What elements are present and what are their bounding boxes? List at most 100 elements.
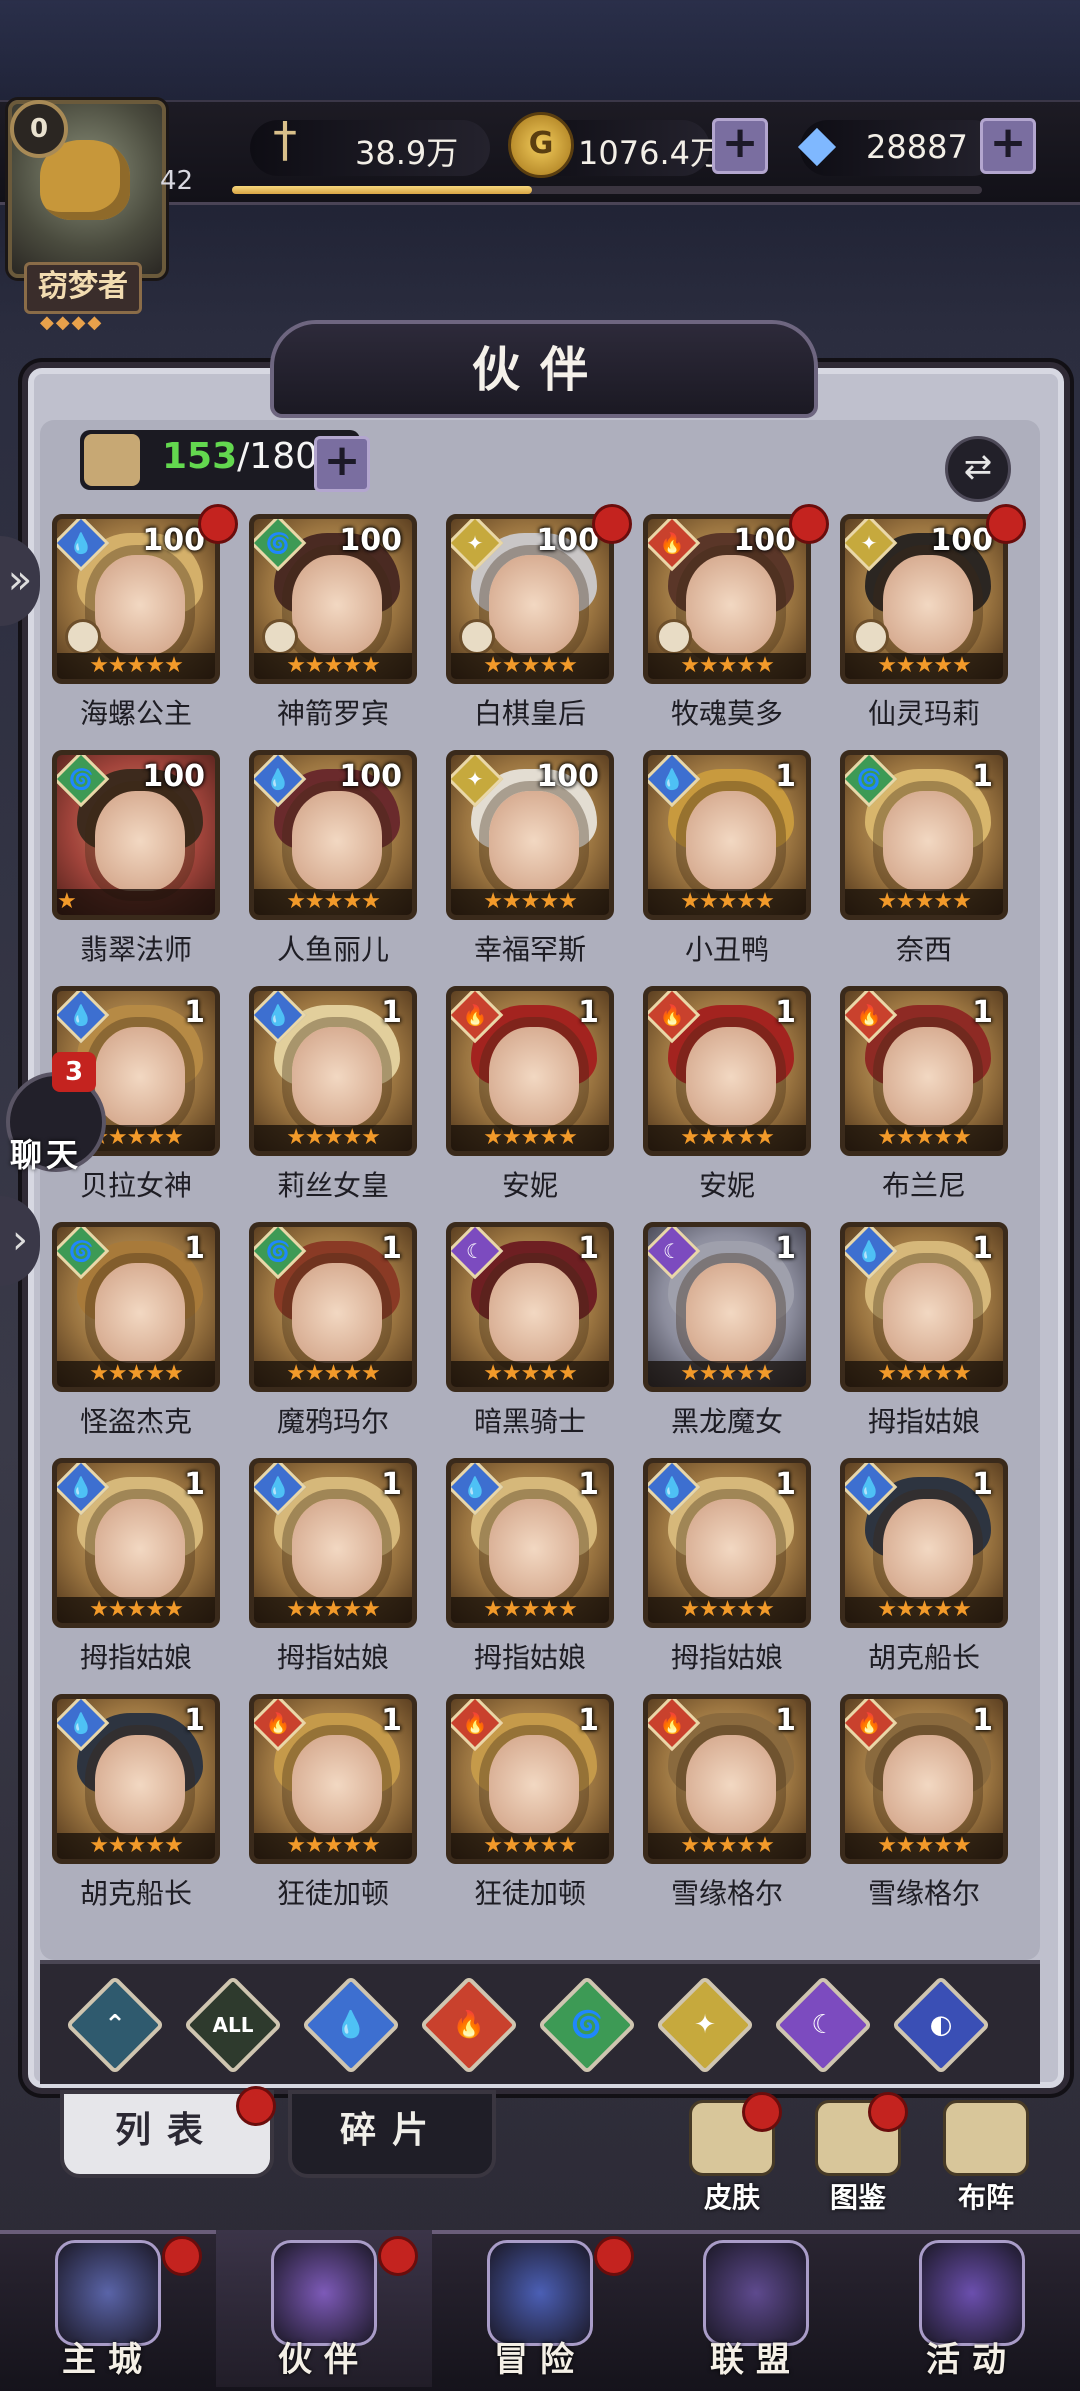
hero-portrait <box>95 1499 185 1599</box>
hero-card[interactable]: 🌀 1 ★★★★★ <box>840 750 1008 920</box>
filter-cosmic-icon: ◐ <box>929 2010 953 2040</box>
hero-portrait <box>883 555 973 655</box>
hero-level: 1 <box>775 1467 796 1502</box>
hero-star-rating: ★★★★★ <box>648 1597 806 1623</box>
hero-name: 雪缘格尔 <box>670 1877 783 1910</box>
hero-portrait <box>95 791 185 891</box>
hero-card[interactable]: ✦ 100 ★★★★★ <box>840 514 1008 684</box>
hero-name: 狂徒加顿 <box>473 1877 586 1910</box>
hero-level: 1 <box>381 995 402 1030</box>
hero-name: 拇指姑娘 <box>79 1641 192 1674</box>
hero-level: 1 <box>184 995 205 1030</box>
hero-card[interactable]: ✦ 100 ★★★★★ <box>446 514 614 684</box>
hero-star-rating: ★★★★★ <box>254 1125 412 1151</box>
hero-level: 100 <box>536 523 599 558</box>
castle-icon <box>55 2240 161 2346</box>
hero-star-rating: ★★★★★ <box>57 1361 215 1387</box>
hero-name: 胡克船长 <box>79 1877 192 1910</box>
hero-level: 1 <box>381 1231 402 1266</box>
hero-card[interactable]: 💧 1 ★★★★★ <box>249 986 417 1156</box>
diamond-icon: ◆ <box>797 114 837 172</box>
hero-star-rating: ★★★★★ <box>57 1597 215 1623</box>
awaken-crown-icon <box>853 619 889 655</box>
hero-star-rating: ★★★★★ <box>845 1125 1003 1151</box>
hero-notification-dot <box>592 504 632 544</box>
hero-card[interactable]: 💧 1 ★★★★★ <box>249 1458 417 1628</box>
hero-portrait <box>883 1499 973 1599</box>
hero-level: 1 <box>578 995 599 1030</box>
hero-star-rating: ★★★★★ <box>845 653 1003 679</box>
hero-level: 1 <box>972 995 993 1030</box>
hero-card[interactable]: 🔥 1 ★★★★★ <box>643 986 811 1156</box>
filter-all-arrow-icon: ⌃ <box>104 2010 126 2040</box>
sword-icon: † <box>273 112 297 168</box>
gold-value: 1076.4万 <box>578 134 722 172</box>
hero-level: 1 <box>381 1467 402 1502</box>
hero-star-rating: ★★★★★ <box>57 1833 215 1859</box>
hero-card[interactable]: 💧 1 ★★★★★ <box>643 750 811 920</box>
shield-icon <box>703 2240 809 2346</box>
vip-level-badge[interactable]: 0 <box>10 100 68 158</box>
hero-star-rating: ★★★★★ <box>648 1125 806 1151</box>
hero-name: 黑龙魔女 <box>670 1405 783 1438</box>
add-gold-button[interactable]: + <box>712 118 768 174</box>
hero-level: 100 <box>339 759 402 794</box>
hero-card[interactable]: 🔥 1 ★★★★★ <box>840 986 1008 1156</box>
hero-card[interactable]: 💧 100 ★★★★★ <box>249 750 417 920</box>
hero-star-rating: ★★★★★ <box>451 1125 609 1151</box>
hero-card[interactable]: ☾ 1 ★★★★★ <box>446 1222 614 1392</box>
hero-card[interactable]: ☾ 1 ★★★★★ <box>643 1222 811 1392</box>
hero-card[interactable]: 💧 1 ★★★★★ <box>446 1458 614 1628</box>
hero-card[interactable]: 💧 1 ★★★★★ <box>840 1222 1008 1392</box>
swap-icon: ⇄ <box>963 447 993 487</box>
nav-label: 活动 <box>926 2340 1018 2380</box>
hero-portrait <box>686 1499 776 1599</box>
hero-level: 1 <box>578 1231 599 1266</box>
hero-card[interactable]: 🌀 1 ★★★★★ <box>249 1222 417 1392</box>
hero-card[interactable]: 💧 1 ★★★★★ <box>52 1458 220 1628</box>
hero-name: 拇指姑娘 <box>473 1641 586 1674</box>
hero-star-rating: ★ <box>57 889 215 915</box>
power-value: 38.9万 <box>355 134 459 172</box>
hero-card[interactable]: 🔥 1 ★★★★★ <box>446 986 614 1156</box>
hero-level: 1 <box>578 1703 599 1738</box>
witch-hat-icon <box>271 2240 377 2346</box>
hero-name: 布兰尼 <box>881 1169 966 1202</box>
hero-card[interactable]: 🔥 1 ★★★★★ <box>249 1694 417 1864</box>
hero-card[interactable]: 🔥 1 ★★★★★ <box>840 1694 1008 1864</box>
hero-name: 人鱼丽儿 <box>276 933 389 966</box>
hero-name: 雪缘格尔 <box>867 1877 980 1910</box>
nav-cards[interactable]: 活动 <box>864 2230 1080 2387</box>
awaken-crown-icon <box>656 619 692 655</box>
hero-level: 100 <box>339 523 402 558</box>
hero-portrait <box>489 1263 579 1363</box>
hero-level: 1 <box>972 1231 993 1266</box>
hero-card[interactable]: 🔥 1 ★★★★★ <box>446 1694 614 1864</box>
hero-portrait <box>883 1735 973 1835</box>
hero-card[interactable]: 💧 1 ★★★★★ <box>52 1694 220 1864</box>
hero-star-rating: ★★★★★ <box>451 1833 609 1859</box>
expand-capacity-button[interactable]: + <box>314 436 370 492</box>
hero-level: 100 <box>536 759 599 794</box>
hero-card[interactable]: 🌀 100 ★★★★★ <box>249 514 417 684</box>
hero-name: 神箭罗宾 <box>276 697 389 730</box>
hero-card[interactable]: 🌀 1 ★★★★★ <box>52 1222 220 1392</box>
sort-toggle-button[interactable]: ⇄ <box>945 436 1011 502</box>
hero-card[interactable]: 🔥 1 ★★★★★ <box>643 1694 811 1864</box>
tab-fragments[interactable]: 碎片 <box>288 2090 496 2178</box>
hero-level: 100 <box>930 523 993 558</box>
formation-button[interactable]: 布阵 <box>936 2100 1036 2214</box>
hero-card[interactable]: 💧 1 ★★★★★ <box>643 1458 811 1628</box>
chat-unread-badge: 3 <box>52 1052 96 1092</box>
cards-icon <box>919 2240 1025 2346</box>
hero-card[interactable]: ✦ 100 ★★★★★ <box>446 750 614 920</box>
hero-card[interactable]: 💧 1 ★★★★★ <box>840 1458 1008 1628</box>
chevron-right-icon: › <box>12 1217 28 1263</box>
hero-card[interactable]: 💧 100 ★★★★★ <box>52 514 220 684</box>
nav-shield[interactable]: 联盟 <box>648 2230 864 2387</box>
hero-card[interactable]: 🔥 100 ★★★★★ <box>643 514 811 684</box>
hero-level: 1 <box>972 1703 993 1738</box>
hero-card[interactable]: 🌀 100 ★ <box>52 750 220 920</box>
hero-name: 莉丝女皇 <box>276 1169 389 1202</box>
add-gems-button[interactable]: + <box>980 118 1036 174</box>
